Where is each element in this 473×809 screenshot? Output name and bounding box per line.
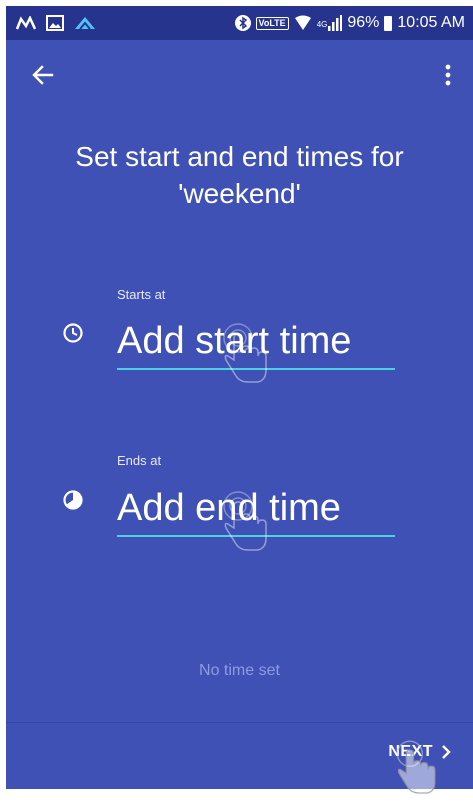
overflow-menu-button[interactable] xyxy=(433,60,463,90)
next-button[interactable]: NEXT xyxy=(388,743,451,761)
maps-icon xyxy=(16,16,36,30)
status-right: VoLTE 4G 96% 10:05 AM xyxy=(234,14,473,32)
back-button[interactable] xyxy=(28,60,58,90)
status-bar: VoLTE 4G 96% 10:05 AM xyxy=(6,6,473,40)
no-time-set-text: No time set xyxy=(199,662,280,679)
app-screen: VoLTE 4G 96% 10:05 AM Set start and end … xyxy=(6,6,473,789)
battery-icon xyxy=(384,15,393,31)
page-title: Set start and end times for 'weekend' xyxy=(75,141,404,209)
end-time-label: Ends at xyxy=(117,453,162,468)
start-time-label: Starts at xyxy=(117,287,166,302)
clock-icon xyxy=(63,323,83,343)
status-time: 10:05 AM xyxy=(397,14,465,31)
end-time-input[interactable]: Add end time xyxy=(117,485,395,537)
chevron-right-icon xyxy=(442,745,451,759)
app-icon xyxy=(75,17,95,30)
next-button-label: NEXT xyxy=(388,743,433,760)
status-left-icons xyxy=(6,15,96,31)
volte-badge: VoLTE xyxy=(255,16,289,30)
arrow-back-icon xyxy=(32,65,54,85)
signal-icon xyxy=(328,15,343,31)
footer-divider xyxy=(6,722,473,723)
more-vert-icon xyxy=(445,64,451,86)
network-type: 4G xyxy=(316,20,328,29)
gallery-icon xyxy=(46,15,64,31)
start-time-input[interactable]: Add start time xyxy=(117,318,395,370)
battery-percent: 96% xyxy=(347,14,380,31)
bluetooth-icon xyxy=(234,15,251,31)
clock-filled-icon xyxy=(63,490,83,510)
wifi-icon xyxy=(294,15,311,30)
